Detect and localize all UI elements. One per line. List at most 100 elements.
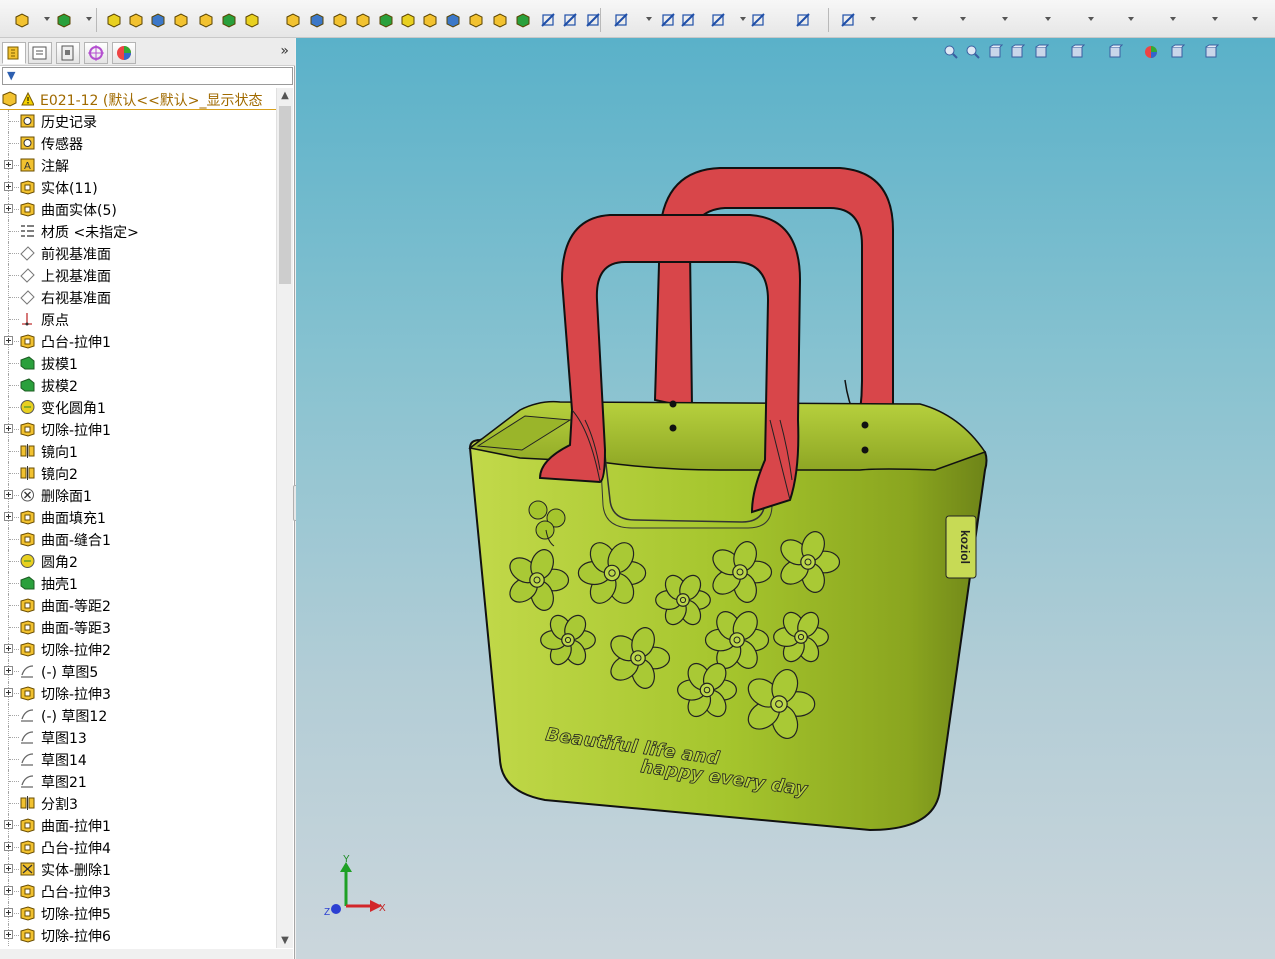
expand-toggle[interactable] [4,336,13,345]
tree-item[interactable]: 曲面-等距2 [0,594,276,616]
wrap-icon[interactable] [378,12,394,28]
tree-item[interactable]: 草图21 [0,770,276,792]
expand-toggle[interactable] [4,666,13,675]
tree-item[interactable]: (-) 草图12 [0,704,276,726]
tree-item[interactable]: 圆角2 [0,550,276,572]
expand-toggle[interactable] [4,490,13,499]
configuration-manager-tab[interactable] [56,42,80,64]
tree-item[interactable]: A 注解 [0,154,276,176]
dropdown-arrow-icon[interactable] [44,17,50,21]
dropdown-arrow-icon[interactable] [870,17,876,21]
tree-item[interactable]: 变化圆角1 [0,396,276,418]
tree-vertical-scrollbar[interactable]: ▲ ▼ [276,88,293,948]
dropdown-arrow-icon[interactable] [646,17,652,21]
expand-toggle[interactable] [4,424,13,433]
tree-item[interactable]: 曲面-拉伸1 [0,814,276,836]
smart-dimension-icon[interactable] [562,12,578,28]
tree-item[interactable]: 材质 <未指定> [0,220,276,242]
sweep-icon[interactable] [173,12,189,28]
expand-toggle[interactable] [4,160,13,169]
tree-item[interactable]: 凸台-拉伸4 [0,836,276,858]
tree-item[interactable]: 抽壳1 [0,572,276,594]
scroll-down-icon[interactable]: ▼ [280,935,290,946]
reference-geometry-icon[interactable] [468,12,484,28]
property-manager-tab[interactable] [28,42,52,64]
new-part-icon[interactable] [14,12,30,28]
dome-icon[interactable] [400,12,416,28]
expand-toggle[interactable] [4,182,13,191]
tree-item[interactable]: 前视基准面 [0,242,276,264]
mirror-icon[interactable] [422,12,438,28]
slot-icon[interactable] [660,12,676,28]
tree-item[interactable]: 切除-拉伸1 [0,418,276,440]
draft-icon[interactable] [332,12,348,28]
offset-icon[interactable] [840,12,856,28]
expand-toggle[interactable] [4,864,13,873]
tree-item[interactable]: 历史记录 [0,110,276,132]
chamfer-icon[interactable] [285,12,301,28]
move-icon[interactable] [106,12,122,28]
tree-item[interactable]: 切除-拉伸2 [0,638,276,660]
tree-item[interactable]: 拔模1 [0,352,276,374]
expand-toggle[interactable] [4,820,13,829]
arc-icon[interactable] [710,12,726,28]
curves-icon[interactable] [492,12,508,28]
tree-item[interactable]: 上视基准面 [0,264,276,286]
expand-toggle[interactable] [4,908,13,917]
pattern-icon[interactable] [445,12,461,28]
dropdown-arrow-icon[interactable] [1252,17,1258,21]
tree-item[interactable]: 切除-拉伸3 [0,682,276,704]
tree-item[interactable]: 曲面填充1 [0,506,276,528]
dropdown-arrow-icon[interactable] [740,17,746,21]
expand-toggle[interactable] [4,512,13,521]
fillet-icon[interactable] [244,12,260,28]
tree-item[interactable]: 曲面-缝合1 [0,528,276,550]
instant3d-icon[interactable] [515,12,531,28]
display-manager-tab[interactable] [112,42,136,64]
scrollbar-thumb[interactable] [279,106,291,284]
expand-toggle[interactable] [4,204,13,213]
line-icon[interactable] [585,12,601,28]
tree-item[interactable]: 切除-拉伸5 [0,902,276,924]
expand-toggle[interactable] [4,644,13,653]
dropdown-arrow-icon[interactable] [1002,17,1008,21]
tree-item[interactable]: 镜向2 [0,462,276,484]
graphics-viewport[interactable]: koziol Beautiful life and happy every da… [296,38,1275,959]
rectangle-icon[interactable] [613,12,629,28]
expand-toggle[interactable] [4,842,13,851]
tree-item[interactable]: 凸台-拉伸1 [0,330,276,352]
tree-item[interactable]: 实体-删除1 [0,858,276,880]
dropdown-arrow-icon[interactable] [1128,17,1134,21]
tree-item[interactable]: 镜向1 [0,440,276,462]
tree-item[interactable]: (-) 草图5 [0,660,276,682]
tree-item[interactable]: 切除-拉伸6 [0,924,276,946]
loft-icon[interactable] [198,12,214,28]
tree-item[interactable]: 传感器 [0,132,276,154]
save-icon[interactable] [56,12,72,28]
tree-root-part[interactable]: E021-12 (默认<<默认>_显示状态 [0,88,276,110]
tree-item[interactable]: 凸台-拉伸3 [0,880,276,902]
tree-item[interactable]: 拔模2 [0,374,276,396]
dropdown-arrow-icon[interactable] [1170,17,1176,21]
sketch-icon[interactable] [540,12,556,28]
tree-filter-input[interactable]: ▼ [2,67,293,85]
shell-icon[interactable] [355,12,371,28]
circle-icon[interactable] [680,12,696,28]
tree-item[interactable]: 草图13 [0,726,276,748]
tree-item[interactable]: 曲面实体(5) [0,198,276,220]
rib-icon[interactable] [309,12,325,28]
ellipse-icon[interactable] [795,12,811,28]
dropdown-arrow-icon[interactable] [960,17,966,21]
dimxpert-tab[interactable] [84,42,108,64]
dropdown-arrow-icon[interactable] [1088,17,1094,21]
panel-expand-button[interactable]: » [280,43,289,59]
tree-item[interactable]: 实体(11) [0,176,276,198]
tree-horizontal-scrollbar[interactable] [0,949,293,959]
dropdown-arrow-icon[interactable] [86,17,92,21]
feature-manager-tab[interactable] [2,42,26,64]
boundary-icon[interactable] [221,12,237,28]
expand-toggle[interactable] [4,930,13,939]
dropdown-arrow-icon[interactable] [912,17,918,21]
boss-extrude-icon[interactable] [128,12,144,28]
tree-item[interactable]: 删除面1 [0,484,276,506]
